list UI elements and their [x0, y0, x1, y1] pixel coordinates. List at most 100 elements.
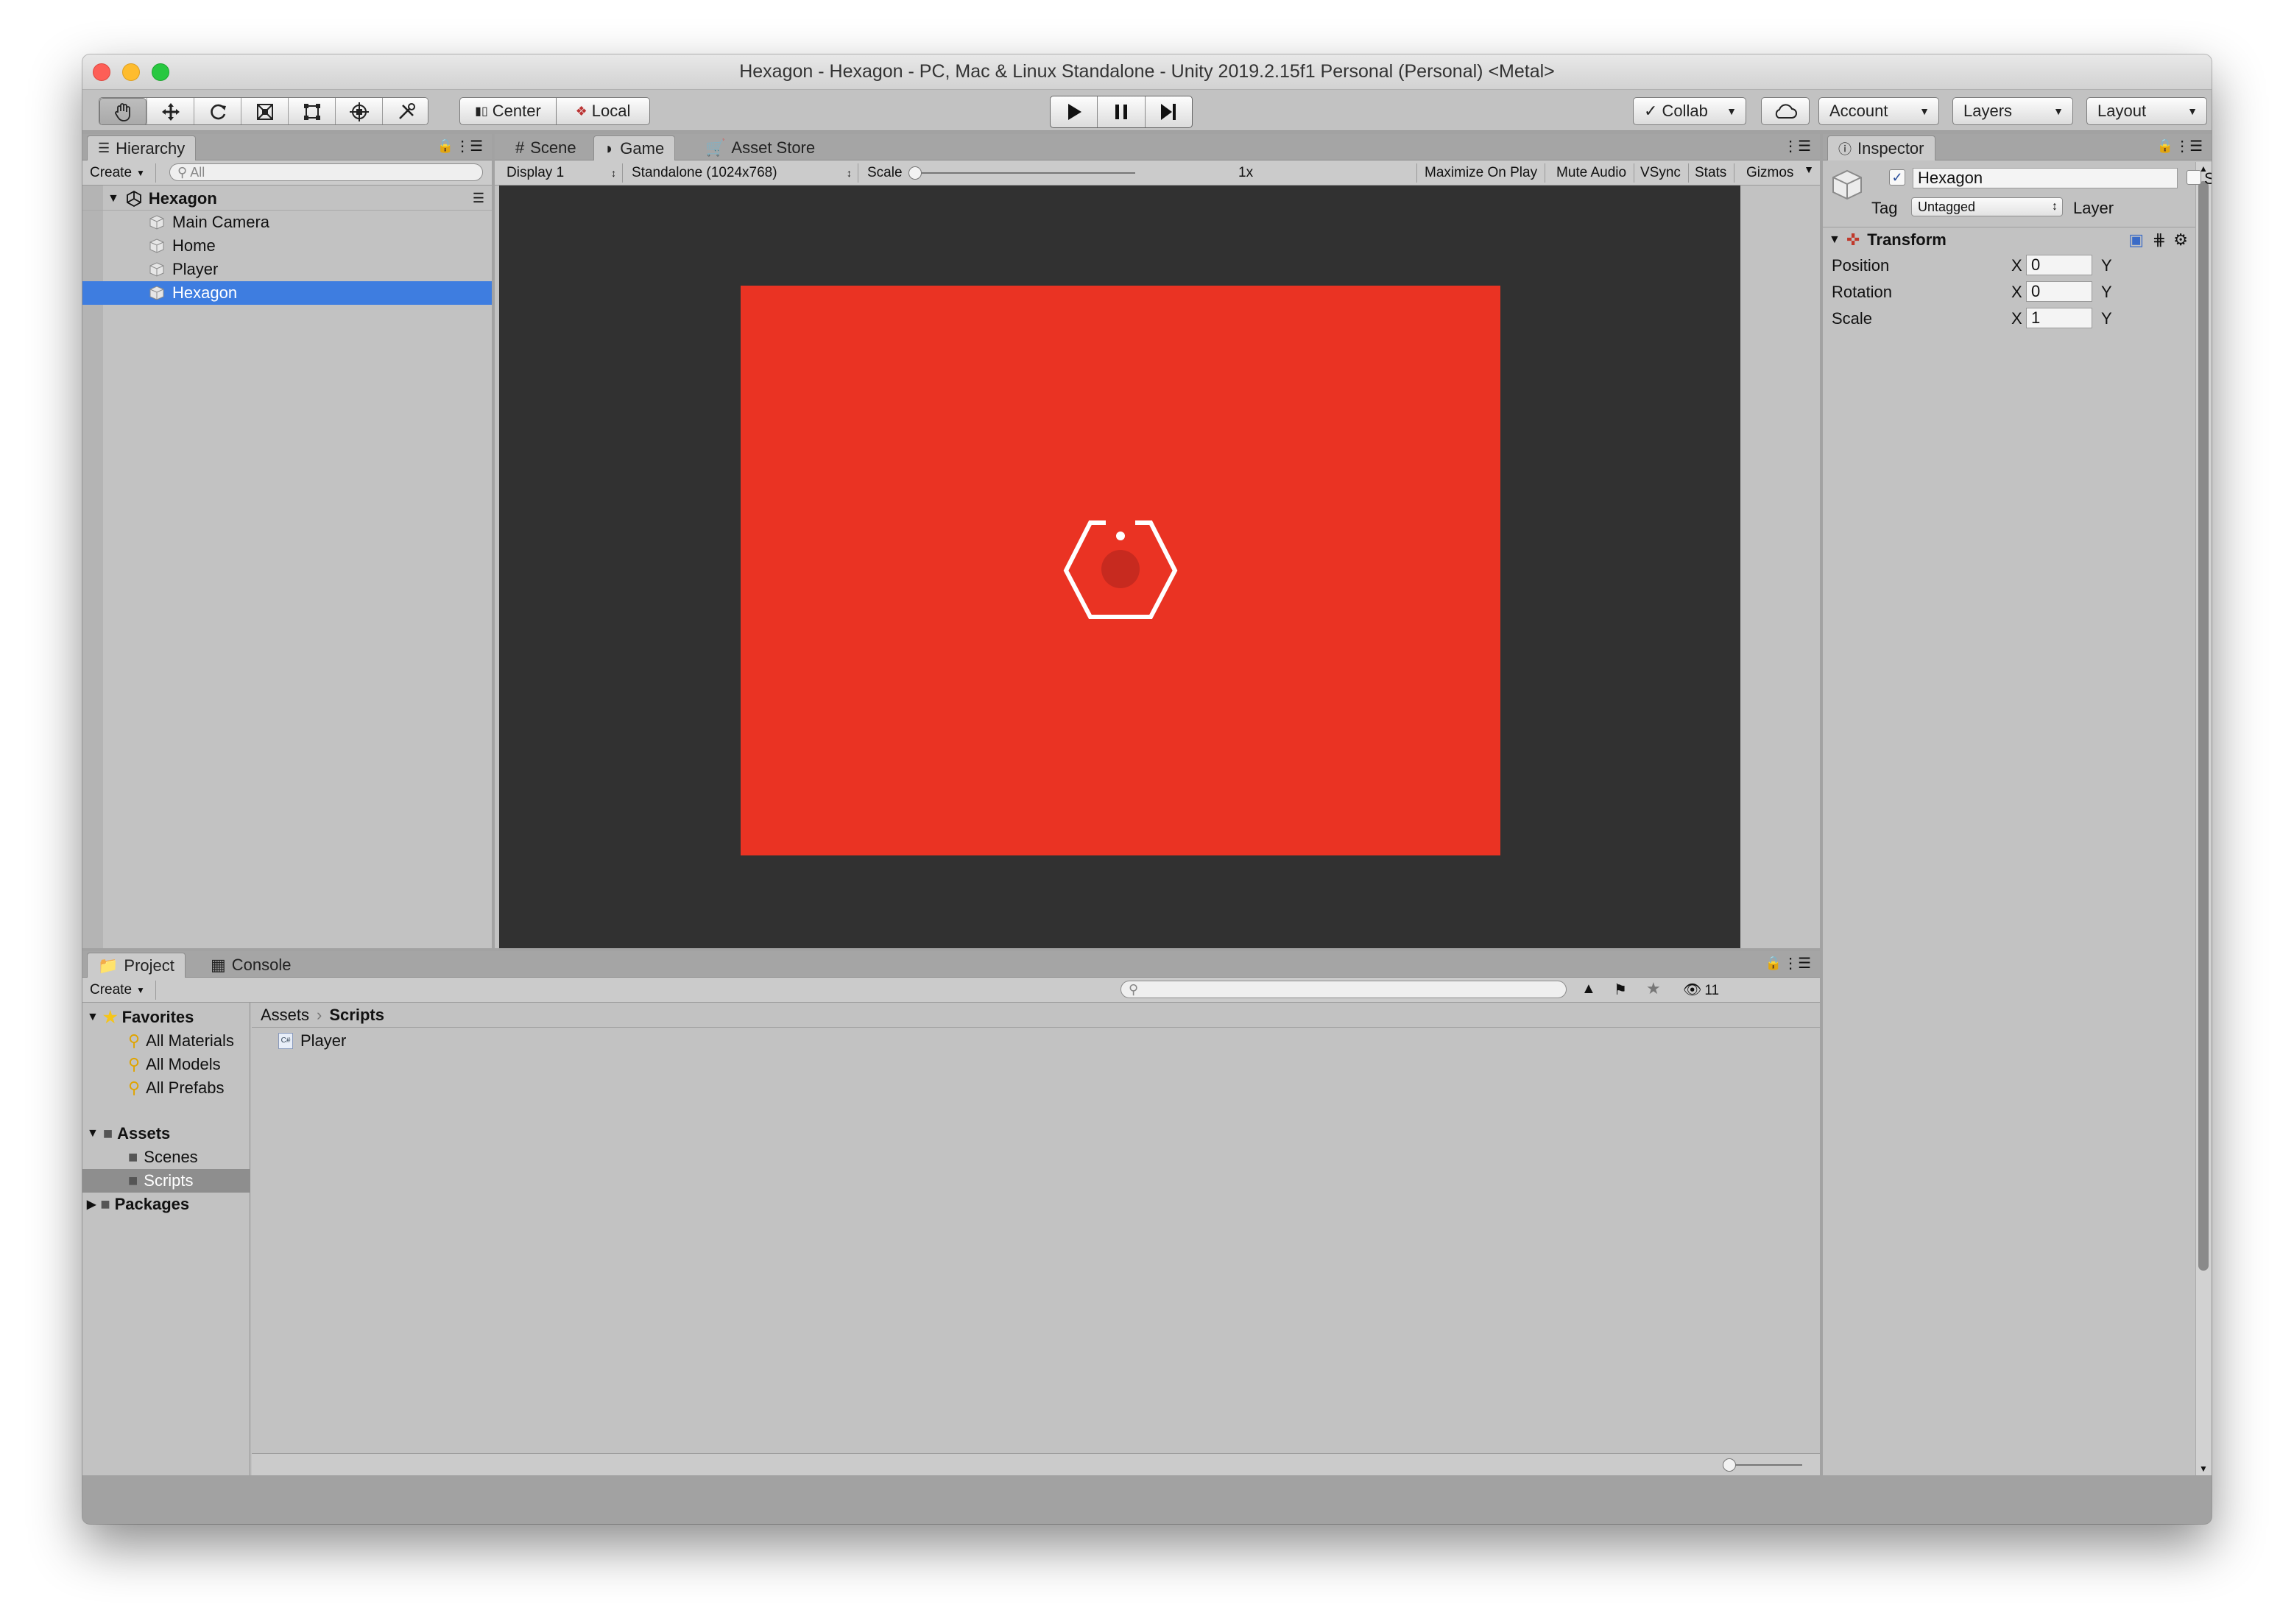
pivot-center-button[interactable]: ▮▯ Center	[459, 97, 557, 125]
hierarchy-item[interactable]: Player	[82, 258, 492, 281]
file-item[interactable]: C# Player	[252, 1029, 1820, 1053]
tree-item[interactable]: ⚲ All Prefabs	[82, 1076, 250, 1100]
hierarchy-item[interactable]: Main Camera	[82, 211, 492, 234]
account-label: Account	[1829, 102, 1888, 120]
layout-dropdown[interactable]: Layout ▼	[2086, 97, 2207, 125]
tree-item[interactable]: ⚲ All Materials	[82, 1029, 250, 1053]
transform-x-field[interactable]: 1	[2026, 308, 2092, 328]
tab-scene[interactable]: # Scene	[505, 135, 587, 160]
collab-label: Collab	[1662, 102, 1708, 120]
filter-by-label-icon[interactable]: ⚑	[1614, 981, 1627, 999]
tree-assets[interactable]: ▼ ■ Assets	[82, 1122, 250, 1145]
transform-tool-icon[interactable]	[335, 98, 382, 124]
project-footer	[252, 1453, 1820, 1475]
object-active-checkbox[interactable]: ✓	[1889, 169, 1905, 186]
pause-button[interactable]	[1098, 96, 1146, 127]
transform-row-label: Position	[1832, 256, 1890, 275]
hand-tool-icon[interactable]	[99, 98, 147, 124]
icon-size-slider[interactable]	[1723, 1458, 1802, 1472]
lock-icon[interactable]: 🔒	[2157, 138, 2173, 154]
folder-icon: ■	[100, 1195, 110, 1213]
folder-icon: 📁	[98, 956, 119, 975]
lock-icon[interactable]: 🔒	[1765, 956, 1782, 971]
inspector-scrollbar[interactable]: ▲ ▼	[2195, 162, 2212, 1475]
tree-packages[interactable]: ▶ ■ Packages	[82, 1193, 250, 1216]
panel-menu-icon[interactable]: ⋮☰	[1783, 954, 1811, 972]
dropdown-arrow-icon: ▼	[1919, 105, 1930, 117]
hierarchy-item-selected[interactable]: Hexagon	[82, 281, 492, 305]
project-create-button[interactable]: Create ▼	[82, 981, 156, 1000]
tab-asset-store[interactable]: 🛒 Asset Store	[695, 135, 825, 160]
tree-item-selected[interactable]: ■ Scripts	[82, 1169, 250, 1193]
favorite-star-icon[interactable]: ★	[1646, 979, 1661, 998]
panel-menu-icon[interactable]: ⋮☰	[455, 137, 483, 155]
tab-hierarchy[interactable]: ☰ Hierarchy	[87, 135, 197, 160]
scale-slider-thumb[interactable]	[908, 166, 922, 180]
object-name-field[interactable]: Hexagon	[1913, 168, 2178, 188]
tree-favorites[interactable]: ▼ ★ Favorites	[82, 1006, 250, 1029]
breadcrumb-item[interactable]: Scripts	[329, 1006, 384, 1025]
transform-x-field[interactable]: 0	[2026, 281, 2092, 302]
maximize-on-play-toggle[interactable]: Maximize On Play	[1416, 163, 1546, 183]
scroll-down-arrow-icon[interactable]: ▼	[2199, 1464, 2208, 1474]
scale-tool-icon[interactable]	[241, 98, 288, 124]
tree-item[interactable]: ■ Scenes	[82, 1145, 250, 1169]
play-button[interactable]	[1051, 96, 1098, 127]
filter-by-type-icon[interactable]: ▲	[1581, 981, 1596, 998]
rotate-tool-icon[interactable]	[194, 98, 241, 124]
gizmos-toggle[interactable]: Gizmos	[1739, 163, 1801, 183]
lock-icon[interactable]: 🔒	[437, 138, 453, 154]
tag-dropdown[interactable]: Untagged	[1911, 197, 2063, 216]
preset-icon[interactable]: ⋕	[2153, 230, 2166, 250]
hierarchy-panel: ☰ Hierarchy 🔒 ⋮☰ Create ▼ ⚲ All ▼ Hexagon ☰…	[82, 134, 492, 948]
gear-icon[interactable]: ⚙	[2173, 230, 2188, 250]
game-viewport[interactable]	[499, 186, 1740, 948]
layers-label: Layers	[1963, 102, 2013, 120]
transform-x-field[interactable]: 0	[2026, 255, 2092, 275]
title-bar: Hexagon - Hexagon - PC, Mac & Linux Stan…	[82, 54, 2212, 90]
tab-project[interactable]: 📁 Project	[87, 953, 186, 978]
scrollbar-thumb[interactable]	[2198, 181, 2209, 1271]
layers-dropdown[interactable]: Layers ▼	[1952, 97, 2073, 125]
panel-menu-icon[interactable]: ⋮☰	[2175, 137, 2203, 155]
hidden-packages-icon[interactable]: 👁︎ 11	[1683, 981, 1719, 999]
home-circle	[1101, 550, 1140, 588]
tab-console[interactable]: ▦ Console	[200, 953, 302, 978]
tab-game[interactable]: ◗ Game	[593, 135, 676, 160]
help-icon[interactable]: ▣	[2128, 230, 2144, 250]
rect-tool-icon[interactable]	[288, 98, 335, 124]
expand-arrow-icon: ▼	[87, 1011, 99, 1023]
vsync-toggle[interactable]: VSync	[1633, 163, 1689, 183]
gizmos-dropdown-icon[interactable]: ▼	[1804, 163, 1814, 175]
display-select[interactable]: Display 1 ↕	[499, 163, 623, 183]
project-search-input[interactable]: ⚲	[1120, 981, 1567, 998]
hierarchy-item[interactable]: Home	[82, 234, 492, 258]
static-checkbox[interactable]	[2187, 170, 2201, 185]
icon-size-slider-thumb[interactable]	[1723, 1458, 1736, 1472]
hierarchy-item-label: Player	[172, 260, 219, 278]
panel-menu-icon[interactable]: ⋮☰	[1783, 137, 1811, 155]
tree-label: All Models	[146, 1055, 221, 1073]
hierarchy-search-input[interactable]: ⚲ All	[169, 163, 483, 181]
tree-item[interactable]: ⚲ All Models	[82, 1053, 250, 1076]
mute-audio-toggle[interactable]: Mute Audio	[1549, 163, 1635, 183]
pivot-local-button[interactable]: ❖ Local	[556, 97, 650, 125]
scale-slider[interactable]	[908, 166, 1135, 180]
account-dropdown[interactable]: Account ▼	[1818, 97, 1939, 125]
scene-menu-icon[interactable]: ☰	[473, 191, 484, 206]
transform-row-label: Scale	[1832, 309, 1873, 328]
stats-toggle[interactable]: Stats	[1687, 163, 1735, 183]
step-button[interactable]	[1146, 96, 1192, 127]
cloud-button[interactable]	[1761, 97, 1810, 125]
collab-dropdown[interactable]: ✓ Collab ▼	[1633, 97, 1746, 125]
breadcrumb-item[interactable]: Assets	[261, 1006, 309, 1025]
hierarchy-create-button[interactable]: Create ▼	[82, 163, 156, 183]
scene-row[interactable]: ▼ Hexagon ☰	[82, 187, 492, 211]
expand-arrow-icon: ▼	[87, 1127, 99, 1140]
resolution-select[interactable]: Standalone (1024x768) ↕	[624, 163, 858, 183]
folder-icon: ■	[128, 1171, 138, 1190]
custom-tool-icon[interactable]	[382, 98, 428, 124]
transform-header[interactable]: ▼ ✜ Transform ▣ ⋕ ⚙	[1823, 227, 2195, 252]
tab-inspector[interactable]: ⓘ Inspector	[1827, 135, 1935, 160]
move-tool-icon[interactable]	[147, 98, 194, 124]
